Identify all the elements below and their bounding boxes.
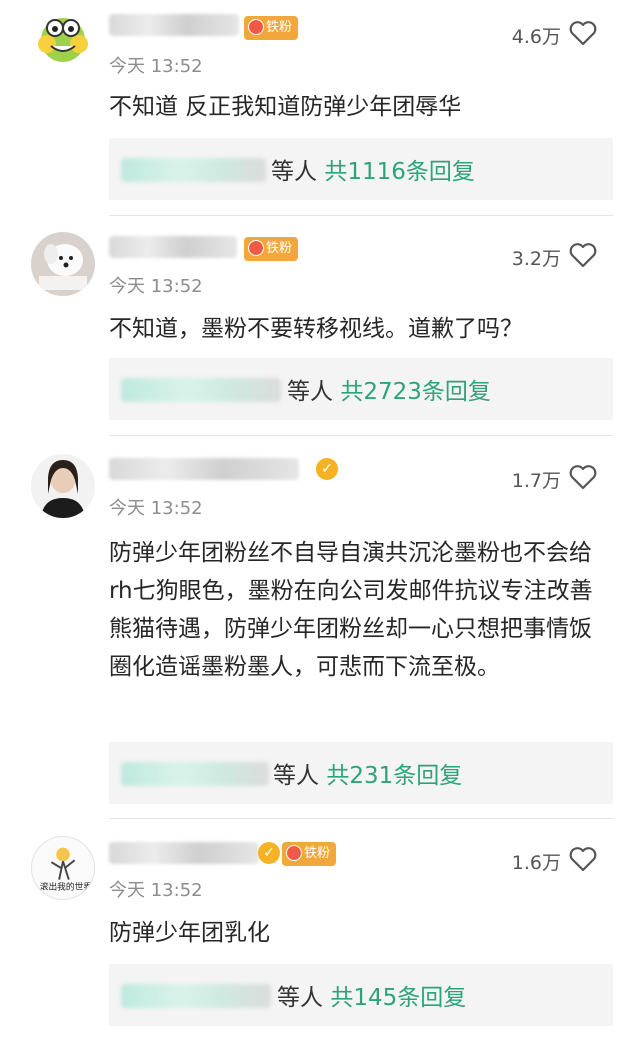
heart-icon[interactable]	[569, 846, 597, 872]
like-count: 4.6万	[511, 26, 561, 48]
divider	[109, 435, 613, 436]
reply-summary[interactable]: 等人 共145条回复	[109, 964, 613, 1026]
username-redacted[interactable]	[109, 842, 259, 864]
reply-count[interactable]: 共145条回复	[330, 985, 466, 1011]
comment-text[interactable]: 防弹少年团乳化	[109, 914, 609, 952]
person-avatar-icon[interactable]	[31, 454, 95, 518]
like-count: 3.2万	[511, 248, 561, 270]
badge-icon	[286, 845, 302, 861]
reply-summary[interactable]: 等人 共231条回复	[109, 742, 613, 804]
reply-suffix: 等人	[277, 985, 331, 1011]
username-redacted[interactable]	[109, 14, 239, 36]
heart-icon[interactable]	[569, 464, 597, 490]
comment-text[interactable]: 不知道，墨粉不要转移视线。道歉了吗？	[109, 310, 609, 348]
reply-count[interactable]: 共2723条回复	[340, 379, 491, 405]
divider	[109, 215, 613, 216]
heart-icon[interactable]	[569, 20, 597, 46]
comment-time: 今天 13:52	[109, 276, 203, 297]
comment-time: 今天 13:52	[109, 880, 203, 901]
fan-badge: 铁粉	[244, 237, 299, 261]
fan-badge: 铁粉	[282, 842, 337, 866]
comment-item: 铁粉 3.2万 今天 13:52 不知道，墨粉不要转移视线。道歉了吗？ 等人 共…	[0, 220, 641, 436]
replier-names-redacted	[121, 984, 271, 1008]
badge-icon	[248, 240, 264, 256]
verified-icon: ✓	[316, 458, 338, 480]
sketch-avatar-icon[interactable]: 滚出我的世界	[31, 836, 95, 900]
comment-item: 滚出我的世界 ✓ 铁粉 1.6万 今天 13:52 防弹少年团乳化 等人 共14…	[0, 822, 641, 1039]
comment-item: 铁粉 4.6万 今天 13:52 不知道 反正我知道防弹少年团辱华 等人 共11…	[0, 0, 641, 216]
verified-icon: ✓	[258, 842, 280, 864]
reply-summary[interactable]: 等人 共2723条回复	[109, 358, 613, 420]
comment-text[interactable]: 防弹少年团粉丝不自导自演共沉沦墨粉也不会给rh七狗眼色，墨粉在向公司发邮件抗议专…	[109, 534, 609, 686]
replier-names-redacted	[121, 378, 281, 402]
reply-suffix: 等人	[271, 159, 325, 185]
like-count: 1.6万	[511, 852, 561, 874]
comment-text[interactable]: 不知道 反正我知道防弹少年团辱华	[109, 88, 609, 126]
reply-suffix: 等人	[287, 379, 341, 405]
frog-avatar-icon[interactable]	[31, 4, 95, 68]
svg-text:滚出我的世界: 滚出我的世界	[40, 880, 93, 892]
fan-badge: 铁粉	[244, 16, 299, 40]
comment-time: 今天 13:52	[109, 498, 203, 519]
reply-suffix: 等人	[273, 763, 327, 789]
username-redacted[interactable]	[109, 236, 237, 258]
reply-count[interactable]: 共1116条回复	[324, 159, 475, 185]
badge-icon	[248, 19, 264, 35]
reply-count[interactable]: 共231条回复	[326, 763, 462, 789]
divider	[109, 818, 613, 819]
reply-summary[interactable]: 等人 共1116条回复	[109, 138, 613, 200]
replier-names-redacted	[121, 158, 266, 182]
comment-time: 今天 13:52	[109, 56, 203, 77]
comment-item: ✓ 1.7万 今天 13:52 防弹少年团粉丝不自导自演共沉沦墨粉也不会给rh七…	[0, 442, 641, 822]
replier-names-redacted	[121, 762, 269, 786]
dog-avatar-icon[interactable]	[31, 232, 95, 296]
heart-icon[interactable]	[569, 242, 597, 268]
username-redacted[interactable]	[109, 458, 299, 480]
like-count: 1.7万	[511, 470, 561, 492]
